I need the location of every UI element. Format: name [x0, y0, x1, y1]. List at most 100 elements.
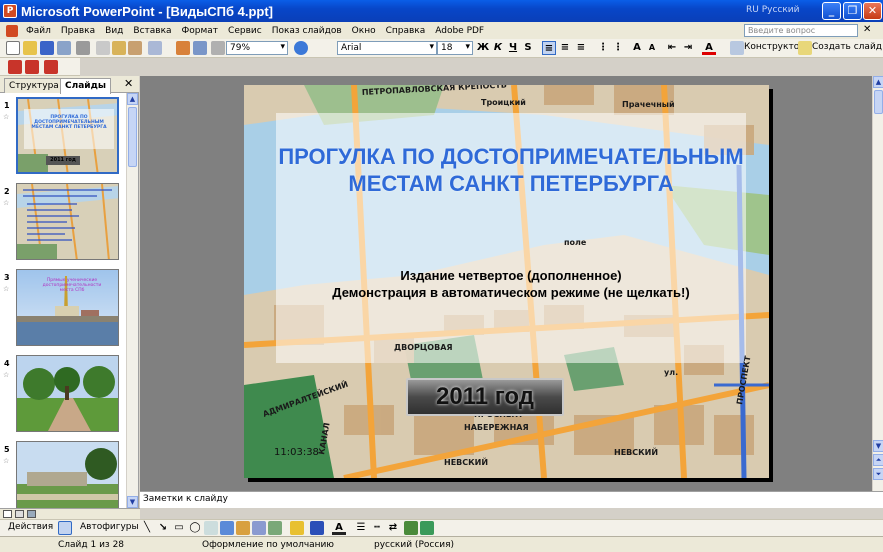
slide-canvas[interactable]: ПЕТРОПАВЛОВСКАЯ КРЕПОСТЬ Троицкий Прачеч… [244, 85, 769, 478]
normal-view-icon[interactable] [3, 510, 12, 518]
new-slide-icon[interactable] [798, 41, 812, 55]
rectangle-icon[interactable]: ▭ [172, 521, 186, 535]
minimize-button[interactable]: _ [822, 2, 841, 20]
actions-menu[interactable]: Действия [8, 522, 53, 532]
increase-indent-icon[interactable]: ⇥ [681, 41, 695, 55]
language-indicator[interactable]: RU Русский [746, 5, 800, 15]
autoshapes-menu[interactable]: Автофигуры [80, 522, 139, 532]
slide-subtitle[interactable]: Издание четвертое (дополненное) Демонстр… [276, 267, 746, 301]
scroll-up-icon[interactable]: ▲ [127, 93, 138, 105]
pdf-review-icon[interactable] [44, 60, 58, 74]
grid-icon[interactable] [211, 41, 225, 55]
tab-slides[interactable]: Слайды [60, 78, 111, 94]
slide-thumbnail-5[interactable] [16, 441, 119, 508]
bold-button[interactable]: Ж [476, 41, 490, 55]
clipart-icon[interactable] [252, 521, 266, 535]
bullets-icon[interactable]: ⋮ [611, 41, 625, 55]
slide-thumbnail-2[interactable] [16, 183, 119, 260]
year-banner[interactable]: 2011 год [406, 378, 564, 416]
menu-help[interactable]: Справка [381, 26, 431, 36]
numbering-icon[interactable]: ⋮ [596, 41, 610, 55]
new-slide-button[interactable]: Создать слайд [812, 42, 882, 52]
print-icon[interactable] [76, 41, 90, 55]
undo-icon[interactable] [148, 41, 162, 55]
scroll-down-icon[interactable]: ▼ [873, 440, 883, 452]
font-color-icon[interactable]: A [702, 41, 716, 55]
slide-thumbnail-1[interactable]: ПРОГУЛКА ПО ДОСТОПРИМЕЧАТЕЛЬНЫМ МЕСТАМ С… [16, 97, 119, 174]
slide-thumbnail-3[interactable]: Прямые ученические достопримечательности… [16, 269, 119, 346]
wordart-icon[interactable] [220, 521, 234, 535]
next-slide-icon[interactable]: ⏷ [873, 468, 883, 480]
paste-icon[interactable] [112, 41, 126, 55]
help-search-input[interactable]: Введите вопрос [744, 24, 858, 37]
line-color-icon[interactable] [310, 521, 324, 535]
select-pointer-icon[interactable] [58, 521, 72, 535]
italic-button[interactable]: К [491, 41, 505, 55]
help-icon[interactable] [294, 41, 308, 55]
line-style-icon[interactable]: ☰ [354, 521, 368, 535]
shadow-style-icon[interactable] [404, 521, 418, 535]
maximize-button[interactable]: ❐ [843, 2, 862, 20]
previous-slide-icon[interactable]: ⏶ [873, 454, 883, 466]
line-icon[interactable]: ╲ [140, 521, 154, 535]
document-icon[interactable] [6, 24, 18, 37]
underline-button[interactable]: Ч [506, 41, 520, 55]
close-button[interactable]: ✕ [863, 2, 882, 20]
design-icon[interactable] [730, 41, 744, 55]
insert-table-icon[interactable] [193, 41, 207, 55]
menu-tools[interactable]: Сервис [223, 26, 267, 36]
menu-insert[interactable]: Вставка [128, 26, 176, 36]
align-left-icon[interactable]: ≡ [542, 41, 556, 55]
pdf-email-icon[interactable] [25, 60, 39, 74]
powerpoint-app-icon[interactable]: P [3, 4, 17, 18]
zoom-select[interactable]: 79% [226, 41, 288, 55]
align-right-icon[interactable]: ≡ [574, 41, 588, 55]
menu-file[interactable]: Файл [21, 26, 56, 36]
tab-outline[interactable]: Структура [4, 78, 64, 93]
decrease-indent-icon[interactable]: ⇤ [665, 41, 679, 55]
menu-view[interactable]: Вид [100, 26, 128, 36]
grow-font-button[interactable]: A [630, 41, 644, 55]
fill-color-icon[interactable] [290, 521, 304, 535]
menu-edit[interactable]: Правка [56, 26, 100, 36]
permission-icon[interactable] [57, 41, 71, 55]
oval-icon[interactable]: ◯ [188, 521, 202, 535]
window-titlebar[interactable]: P Microsoft PowerPoint - [ВидыСПб 4.ppt]… [0, 0, 883, 22]
panel-close-icon[interactable]: ✕ [124, 77, 133, 90]
arrow-style-icon[interactable]: ⇄ [386, 521, 400, 535]
pdf-convert-icon[interactable] [8, 60, 22, 74]
sorter-view-icon[interactable] [15, 510, 24, 518]
copy-icon[interactable] [96, 41, 110, 55]
designer-button[interactable]: Конструктор [744, 42, 805, 52]
align-center-icon[interactable]: ≡ [558, 41, 572, 55]
diagram-icon[interactable] [236, 521, 250, 535]
font-select[interactable]: Arial [337, 41, 437, 55]
picture-icon[interactable] [268, 521, 282, 535]
panel-scroll-thumb[interactable] [128, 107, 137, 167]
panel-scrollbar[interactable]: ▲ ▼ [126, 93, 138, 508]
document-close-icon[interactable]: ✕ [863, 24, 871, 35]
slide-time-field[interactable]: 11:03:38 [274, 447, 319, 458]
scroll-down-icon[interactable]: ▼ [127, 496, 138, 508]
menu-window[interactable]: Окно [347, 26, 381, 36]
menu-adobe-pdf[interactable]: Adobe PDF [430, 26, 489, 36]
slideshow-view-icon[interactable] [27, 510, 36, 518]
font-color-icon[interactable]: A [332, 521, 346, 535]
slide-thumbnail-4[interactable] [16, 355, 119, 432]
shadow-button[interactable]: S [521, 41, 535, 55]
format-painter-icon[interactable] [128, 41, 142, 55]
textbox-icon[interactable] [204, 521, 218, 535]
dash-style-icon[interactable]: ┅ [370, 521, 384, 535]
menu-format[interactable]: Формат [177, 26, 224, 36]
slide-scroll-thumb[interactable] [874, 90, 883, 114]
shrink-font-button[interactable]: A [645, 41, 659, 55]
insert-chart-icon[interactable] [176, 41, 190, 55]
new-icon[interactable] [6, 41, 20, 55]
3d-style-icon[interactable] [420, 521, 434, 535]
notes-pane[interactable]: Заметки к слайду [140, 491, 883, 508]
save-icon[interactable] [40, 41, 54, 55]
arrow-icon[interactable]: ↘ [156, 521, 170, 535]
scroll-up-icon[interactable]: ▲ [873, 76, 883, 88]
menu-slideshow[interactable]: Показ слайдов [267, 26, 347, 36]
slide-scrollbar[interactable]: ▲ ▼ ⏶ ⏷ [872, 76, 883, 491]
